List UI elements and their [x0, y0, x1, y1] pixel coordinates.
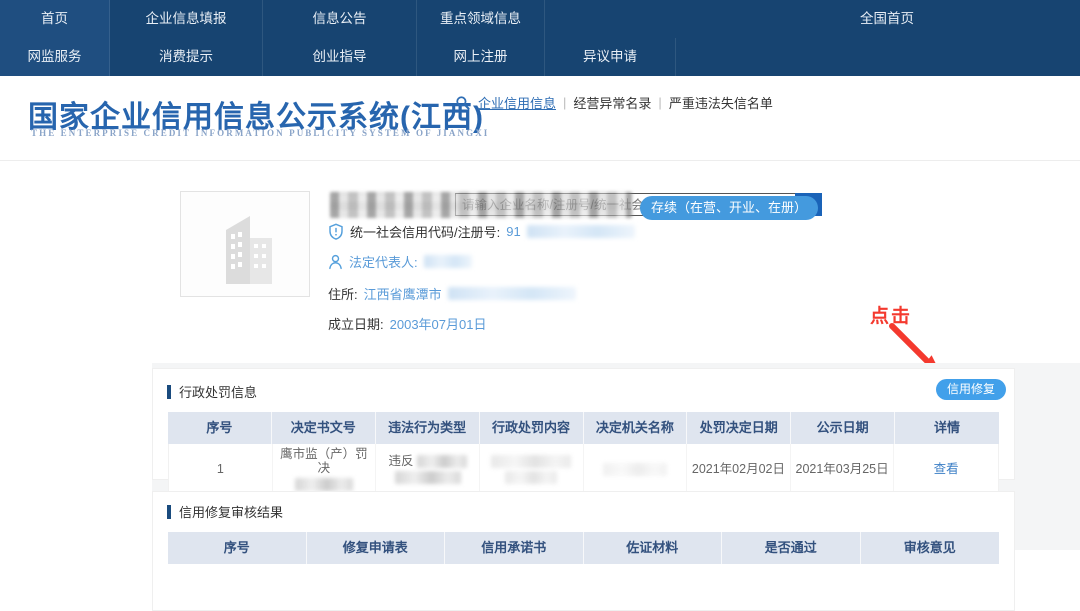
penalty-card: 行政处罚信息 信用修复 序号 决定书文号 违法行为类型 行政处罚内容 决定机关名…	[152, 368, 1015, 480]
nav-item-market-supervision[interactable]: 网监服务	[0, 38, 110, 76]
lower-section: 行政处罚信息 信用修复 序号 决定书文号 违法行为类型 行政处罚内容 决定机关名…	[152, 363, 1080, 550]
address-label: 住所:	[328, 284, 358, 303]
nav-item-announcements[interactable]: 信息公告	[263, 0, 417, 38]
search-scope-tabs: 企业信用信息 | 经营异常名录 | 严重违法失信名单	[455, 93, 773, 112]
penalty-table: 序号 决定书文号 违法行为类型 行政处罚内容 决定机关名称 处罚决定日期 公示日…	[168, 412, 999, 495]
credit-code-line: 统一社会信用代码/注册号: 91	[328, 222, 635, 241]
credit-code-label: 统一社会信用代码/注册号:	[350, 222, 500, 241]
col-passed: 是否通过	[722, 532, 861, 564]
penalty-table-header: 序号 决定书文号 违法行为类型 行政处罚内容 决定机关名称 处罚决定日期 公示日…	[168, 412, 999, 444]
doc-number-redacted	[295, 478, 353, 491]
col-violation-type: 违法行为类型	[376, 412, 480, 444]
repair-result-card: 信用修复审核结果 序号 修复申请表 信用承诺书 佐证材料 是否通过 审核意见	[152, 491, 1015, 611]
established-label: 成立日期:	[328, 314, 384, 333]
decision-authority-redacted	[603, 463, 667, 476]
col-detail: 详情	[895, 412, 999, 444]
col-review-opinion: 审核意见	[861, 532, 1000, 564]
cell-penalty-content	[480, 444, 584, 494]
col-supporting-material: 佐证材料	[584, 532, 723, 564]
repair-section-title-row: 信用修复审核结果	[153, 492, 1014, 521]
nav-row-1: 首页 企业信息填报 信息公告 重点领域信息 全国首页	[0, 0, 1080, 38]
cell-violation-type: 违反	[376, 444, 480, 494]
penalty-table-row: 1 鹰市监（产）罚决 违反	[168, 444, 999, 495]
col-publicity-date: 公示日期	[791, 412, 895, 444]
company-name-redacted	[330, 192, 632, 218]
penalty-section-title: 行政处罚信息	[179, 382, 257, 401]
violation-redacted	[417, 455, 467, 468]
nav-item-enterprise-filing[interactable]: 企业信息填报	[110, 0, 263, 38]
nav-item-objection-application[interactable]: 异议申请	[545, 38, 676, 76]
cell-decision-authority	[584, 444, 688, 494]
nav-row-2: 网监服务 消费提示 创业指导 网上注册 异议申请	[0, 38, 1080, 76]
credit-repair-button[interactable]: 信用修复	[936, 379, 1006, 400]
penalty-section-title-row: 行政处罚信息	[153, 369, 1014, 401]
repair-table: 序号 修复申请表 信用承诺书 佐证材料 是否通过 审核意见	[168, 532, 999, 564]
established-value: 2003年07月01日	[390, 314, 487, 333]
penalty-content-redacted	[491, 455, 571, 468]
address-redacted	[448, 287, 576, 300]
person-icon	[328, 254, 343, 270]
penalty-content-redacted	[505, 471, 557, 484]
col-repair-application: 修复申请表	[307, 532, 446, 564]
view-detail-link[interactable]: 查看	[934, 462, 959, 476]
nav-item-key-fields[interactable]: 重点领域信息	[417, 0, 545, 38]
section-bar	[167, 505, 171, 519]
nav-item-startup-guide[interactable]: 创业指导	[263, 38, 417, 76]
address-prefix: 江西省鹰潭市	[364, 284, 442, 303]
cell-decision-date: 2021年02月02日	[687, 444, 791, 494]
col-penalty-content: 行政处罚内容	[480, 412, 584, 444]
cell-publicity-date: 2021年03月25日	[791, 444, 895, 494]
credit-code-redacted	[527, 225, 635, 238]
legal-rep-redacted	[424, 255, 472, 268]
established-line: 成立日期: 2003年07月01日	[328, 314, 486, 333]
col-credit-commitment: 信用承诺书	[445, 532, 584, 564]
address-line: 住所: 江西省鹰潭市	[328, 284, 576, 303]
col-doc-number: 决定书文号	[272, 412, 376, 444]
shield-icon	[328, 223, 344, 240]
violation-redacted	[395, 471, 461, 484]
col-index: 序号	[168, 412, 272, 444]
company-logo-placeholder	[180, 191, 310, 297]
cell-index: 1	[169, 444, 273, 494]
legal-rep-line: 法定代表人:	[328, 252, 472, 271]
status-badge: 存续（在营、开业、在册）	[640, 196, 818, 220]
cell-detail: 查看	[894, 444, 998, 494]
section-bar	[167, 385, 171, 399]
tab-abnormal-operations-list[interactable]: 经营异常名录	[573, 93, 651, 112]
repair-table-header: 序号 修复申请表 信用承诺书 佐证材料 是否通过 审核意见	[168, 532, 999, 564]
repair-section-title: 信用修复审核结果	[179, 502, 283, 521]
cell-doc-number: 鹰市监（产）罚决	[273, 444, 377, 494]
site-subtitle: THE ENTERPRISE CREDIT INFORMATION PUBLIC…	[31, 128, 489, 138]
tab-enterprise-credit-info[interactable]: 企业信用信息	[478, 93, 556, 112]
building-icon	[206, 204, 284, 284]
nav-item-online-registration[interactable]: 网上注册	[417, 38, 545, 76]
credit-code-prefix: 91	[506, 224, 520, 239]
col-index: 序号	[168, 532, 307, 564]
top-nav: 首页 企业信息填报 信息公告 重点领域信息 全国首页 网监服务 消费提示 创业指…	[0, 0, 1080, 76]
tab-serious-violation-list[interactable]: 严重违法失信名单	[669, 93, 773, 112]
nav-item-home[interactable]: 首页	[0, 0, 110, 38]
tab-separator: |	[658, 95, 661, 110]
col-decision-date: 处罚决定日期	[687, 412, 791, 444]
site-header: 国家企业信用信息公示系统(江西) THE ENTERPRISE CREDIT I…	[0, 76, 1080, 161]
col-decision-authority: 决定机关名称	[584, 412, 688, 444]
search-icon	[455, 95, 471, 111]
legal-rep-label: 法定代表人:	[349, 252, 418, 271]
nav-item-national-home[interactable]: 全国首页	[826, 0, 948, 38]
tab-separator: |	[563, 95, 566, 110]
nav-item-consumer-tips[interactable]: 消费提示	[110, 38, 263, 76]
